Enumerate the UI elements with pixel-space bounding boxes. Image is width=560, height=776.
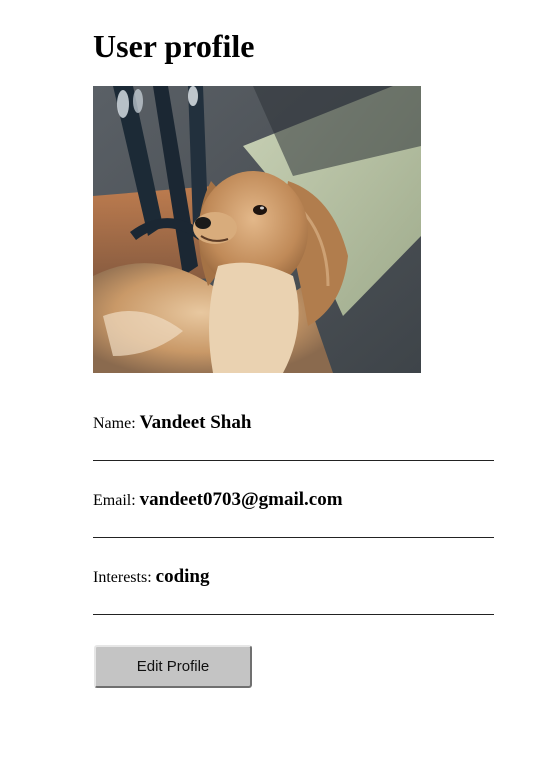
page-title: User profile [93,28,255,64]
interests-row: Interests: coding [93,566,494,615]
edit-profile-button[interactable]: Edit Profile [94,645,252,688]
email-row: Email: vandeet0703@gmail.com [93,489,494,538]
interests-value: coding [155,566,210,587]
dog-photo-image [93,86,421,373]
name-label: Name: [93,415,140,432]
email-label: Email: [93,492,140,509]
name-row: Name: Vandeet Shah [93,412,494,461]
email-value: vandeet0703@gmail.com [139,489,343,510]
name-value: Vandeet Shah [139,412,252,433]
profile-photo [93,86,421,373]
interests-label: Interests: [93,569,156,586]
